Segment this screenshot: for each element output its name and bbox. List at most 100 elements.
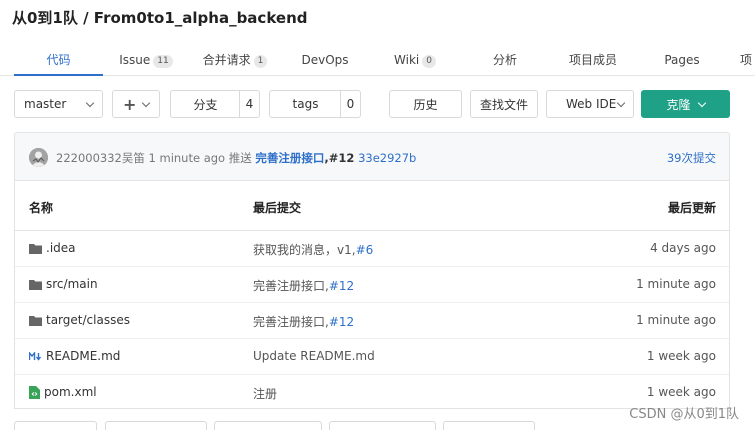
tab-label: DevOps	[301, 53, 349, 67]
file-commit-cell: 获取我的消息，v1,#6	[253, 241, 373, 258]
file-table: 名称 最后提交 最后更新 .idea 获取我的消息，v1,#6 4 days a…	[14, 180, 730, 409]
branch-select[interactable]: master	[14, 90, 103, 118]
file-name[interactable]: src/main	[46, 277, 98, 291]
file-commit-message[interactable]: Update README.md	[253, 349, 375, 363]
file-commit-cell: Update README.md	[253, 349, 375, 363]
file-commit-message[interactable]: 完善注册接口,	[253, 315, 329, 329]
file-commit-issue-ref[interactable]: #12	[329, 315, 354, 329]
file-name[interactable]: pom.xml	[44, 385, 97, 399]
file-commit-cell: 完善注册接口,#12	[253, 313, 354, 330]
table-row[interactable]: target/classes 完善注册接口,#12 1 minute ago	[15, 303, 729, 339]
file-commit-cell: 完善注册接口,#12	[253, 277, 354, 294]
file-commit-message[interactable]: 完善注册接口,	[253, 279, 329, 293]
file-commit-message[interactable]: 获取我的消息，v1,	[253, 243, 356, 257]
file-updated: 1 minute ago	[636, 313, 716, 327]
bottom-action-button[interactable]	[105, 421, 207, 430]
avatar[interactable]	[29, 148, 48, 167]
tab-code[interactable]: 代码	[14, 46, 103, 76]
tab-analytics[interactable]: 分析	[475, 46, 535, 76]
folder-icon	[29, 279, 42, 290]
branches-count: 4	[239, 91, 259, 117]
branches-label: 分支	[193, 97, 218, 112]
web-ide-label: Web IDE	[566, 97, 617, 111]
commit-summary: 222000332吴笛 1 minute ago 推送 完善注册接口,#12 3…	[56, 150, 416, 166]
file-name-cell: README.md	[29, 349, 120, 363]
web-ide-button[interactable]: Web IDE	[546, 90, 634, 118]
markdown-icon	[29, 351, 42, 361]
tab-count-badge: 11	[153, 55, 173, 68]
tab-issue[interactable]: Issue 11	[110, 46, 182, 76]
file-commit-issue-ref[interactable]: #12	[329, 279, 354, 293]
file-name-cell: pom.xml	[29, 385, 97, 399]
tab-wiki[interactable]: Wiki 0	[380, 46, 450, 76]
history-label: 历史	[413, 97, 438, 112]
tab-members[interactable]: 项目成员	[555, 46, 631, 76]
file-icon	[29, 385, 40, 399]
tab-label: 合并请求	[202, 53, 251, 67]
tags-button[interactable]: tags 0	[269, 90, 361, 118]
table-row[interactable]: README.md Update README.md 1 week ago	[15, 339, 729, 375]
file-commit-cell: 注册	[253, 385, 277, 402]
header-name: 名称	[29, 201, 54, 215]
file-name[interactable]: target/classes	[46, 313, 130, 327]
tab-merge-requests[interactable]: 合并请求 1	[192, 46, 278, 76]
commit-count-link[interactable]: 39次提交	[667, 150, 716, 166]
commit-message[interactable]: 完善注册接口	[255, 151, 324, 165]
file-name[interactable]: .idea	[46, 241, 76, 255]
tab-more[interactable]: 项	[740, 46, 755, 76]
tab-label: Issue	[119, 53, 151, 67]
file-commit-message[interactable]: 注册	[253, 387, 277, 401]
find-file-button[interactable]: 查找文件	[470, 90, 538, 118]
tab-label: Wiki	[394, 53, 420, 67]
file-updated: 1 week ago	[646, 349, 716, 363]
commit-author[interactable]: 222000332吴笛	[56, 151, 145, 165]
tab-label: 代码	[46, 53, 71, 67]
file-name-cell: src/main	[29, 277, 98, 291]
repo-tabs: 代码 Issue 11 合并请求 1 DevOps Wiki 0 分析 项目成员 Pa…	[0, 46, 755, 76]
commit-sha[interactable]: 33e2927b	[358, 151, 416, 165]
tab-pages[interactable]: Pages	[652, 46, 712, 76]
commit-action: 推送	[228, 151, 252, 165]
table-row[interactable]: pom.xml 注册 1 week ago	[15, 375, 729, 411]
header-last-update: 最后更新	[667, 201, 716, 215]
add-dropdown-button[interactable]: +	[112, 90, 160, 118]
bottom-action-button[interactable]	[443, 421, 535, 430]
file-updated: 1 week ago	[646, 385, 716, 399]
file-commit-issue-ref[interactable]: #6	[356, 243, 374, 257]
chevron-down-icon	[141, 98, 151, 107]
tab-count-badge: 0	[422, 55, 436, 68]
chevron-down-icon	[85, 98, 95, 107]
table-row[interactable]: src/main 完善注册接口,#12 1 minute ago	[15, 267, 729, 303]
file-name-cell: .idea	[29, 241, 76, 255]
tab-devops[interactable]: DevOps	[290, 46, 360, 76]
tab-label: 分析	[492, 53, 517, 67]
tab-label: 项	[740, 53, 753, 67]
tab-label: 项目成员	[568, 53, 617, 67]
file-name[interactable]: README.md	[46, 349, 120, 363]
bottom-action-button[interactable]	[214, 421, 322, 430]
watermark: CSDN @从0到1队	[629, 407, 739, 422]
branches-button[interactable]: 分支 4	[170, 90, 260, 118]
table-row[interactable]: .idea 获取我的消息，v1,#6 4 days ago	[15, 231, 729, 267]
folder-icon	[29, 315, 42, 326]
history-button[interactable]: 历史	[389, 90, 462, 118]
commit-time: 1 minute ago	[148, 151, 226, 165]
header-last-commit: 最后提交	[253, 201, 302, 215]
commit-issue-ref[interactable]: ,#12	[324, 151, 354, 165]
find-file-label: 查找文件	[479, 97, 528, 112]
tags-count: 0	[340, 91, 360, 117]
bottom-action-button[interactable]	[14, 421, 97, 430]
last-commit-bar: 222000332吴笛 1 minute ago 推送 完善注册接口,#12 3…	[14, 132, 730, 180]
file-updated: 4 days ago	[650, 241, 716, 255]
plus-icon: +	[123, 94, 137, 114]
chevron-down-icon	[616, 98, 626, 107]
branch-select-label: master	[24, 97, 67, 111]
folder-icon	[29, 243, 42, 254]
file-updated: 1 minute ago	[636, 277, 716, 291]
clone-button[interactable]: 克隆	[641, 90, 730, 118]
tab-label: Pages	[664, 53, 700, 67]
chevron-down-icon	[697, 98, 706, 107]
bottom-action-button[interactable]	[329, 421, 436, 430]
file-name-cell: target/classes	[29, 313, 130, 327]
avatar-image	[29, 148, 48, 167]
